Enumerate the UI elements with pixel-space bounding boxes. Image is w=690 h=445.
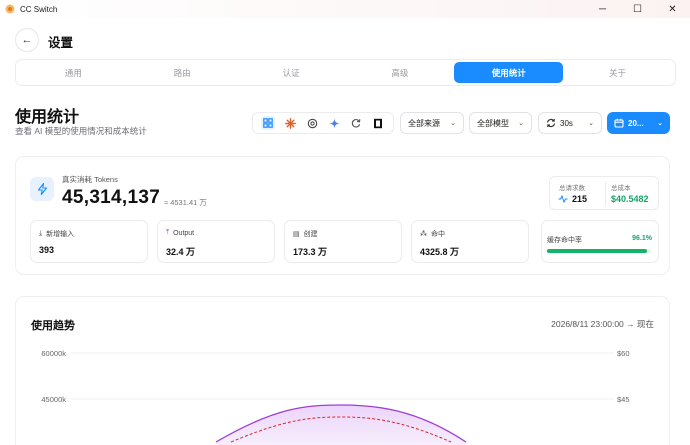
y-left-tick-label: 60000k [41,349,66,358]
token-stats-card: 真实消耗 Tokens 45,314,137 ≈ 4531.41 万 总请求数 … [15,156,670,275]
bolt-icon [30,177,54,201]
model-select-value: 全部模型 [477,118,509,128]
refresh-icon [546,118,556,128]
maximize-button[interactable]: ☐ [620,0,655,18]
box-app-icon[interactable] [371,116,385,130]
chevron-down-icon: ⌄ [657,120,663,127]
total-requests-label: 总请求数 [559,185,585,192]
cache-hit-percent: 96.1% [632,235,652,242]
y-right-tick-label: $60 [617,349,630,358]
model-select[interactable]: 全部模型 ⌄ [469,112,532,134]
tab-usage-stats[interactable]: 使用统计 [454,62,564,83]
tab-auth[interactable]: 认证 [237,62,346,83]
total-cost-label: 总成本 [611,185,631,192]
cache-hit-progress [547,249,651,253]
tokens-area [216,405,466,445]
input-stat-value: 393 [39,245,55,255]
close-button[interactable]: ✕ [655,0,690,18]
sparkles-icon: ⁂ [420,231,427,238]
back-button[interactable]: ← [15,28,39,52]
usage-trend-card: 使用趋势 2026/8/11 23:00:00 → 现在 60000k 4500… [15,296,670,445]
summary-box: 总请求数 215 总成本 $40.5482 [549,176,659,210]
tokens-label: 真实消耗 Tokens [62,175,118,184]
cache-hit-progress-fill [547,249,647,253]
cache-hit-card: 缓存命中率 96.1% [541,220,659,263]
openai-icon[interactable] [305,116,319,130]
grid-icon[interactable] [261,116,275,130]
claude-icon[interactable] [283,116,297,130]
create-stat-label: 创建 [303,231,318,238]
arrow-left-icon: ← [21,34,33,46]
tab-advanced[interactable]: 高级 [345,62,454,83]
gemini-icon[interactable] [327,116,341,130]
tab-general[interactable]: 通用 [19,62,128,83]
database-icon: ▤ [293,231,300,238]
title-bar: CC Switch ─ ☐ ✕ [0,0,690,18]
tokens-approx: ≈ 4531.41 万 [164,198,207,207]
total-requests-value: 215 [572,194,588,204]
activity-icon [558,195,568,203]
minimize-button[interactable]: ─ [585,0,620,18]
section-title: 使用统计 [15,109,80,126]
source-select[interactable]: 全部来源 ⌄ [400,112,464,134]
source-select-value: 全部来源 [408,118,440,128]
total-cost-value: $40.5482 [611,194,649,204]
output-stat-card: ⤒ Output 32.4 万 [157,220,275,263]
refresh-app-icon[interactable] [349,116,363,130]
date-range-value: 20... [628,118,644,128]
create-stat-card: ▤ 创建 173.3 万 [284,220,402,263]
chevron-down-icon: ⌄ [450,120,456,127]
refresh-interval-value: 30s [560,118,573,128]
divider [605,182,606,206]
output-stat-label: Output [173,229,195,237]
settings-tabs: 通用 路由 认证 高级 使用统计 关于 [15,59,676,86]
chevron-down-icon: ⌄ [588,120,594,127]
page-title: 设置 [48,36,74,50]
refresh-interval-select[interactable]: 30s ⌄ [538,112,602,134]
input-stat-card: ⤓ 新增输入 393 [30,220,148,263]
date-range-button[interactable]: 20... ⌄ [607,112,670,134]
tab-routing[interactable]: 路由 [128,62,237,83]
tokens-value: 45,314,137 [62,187,161,208]
app-title: CC Switch [20,4,58,14]
y-left-tick-label: 45000k [41,395,66,404]
y-right-tick-label: $45 [617,395,630,404]
app-filter-group [252,112,394,134]
upload-icon: ⤒ [166,229,170,236]
cache-hit-label: 缓存命中率 [547,237,582,244]
chevron-down-icon: ⌄ [518,120,524,127]
download-icon: ⤓ [39,230,43,237]
output-stat-value: 32.4 万 [166,247,196,257]
input-stat-label: 新增输入 [46,231,75,238]
hit-stat-value: 4325.8 万 [420,247,460,257]
app-logo-icon [5,4,15,14]
section-subtitle: 查看 AI 模型的使用情况和成本统计 [15,126,147,136]
create-stat-value: 173.3 万 [293,247,328,257]
usage-trend-chart: 60000k 45000k $60 $45 [41,349,630,445]
hit-stat-card: ⁂ 命中 4325.8 万 [411,220,529,263]
calendar-icon [614,118,624,128]
tab-about[interactable]: 关于 [563,62,672,83]
hit-stat-label: 命中 [431,231,445,238]
